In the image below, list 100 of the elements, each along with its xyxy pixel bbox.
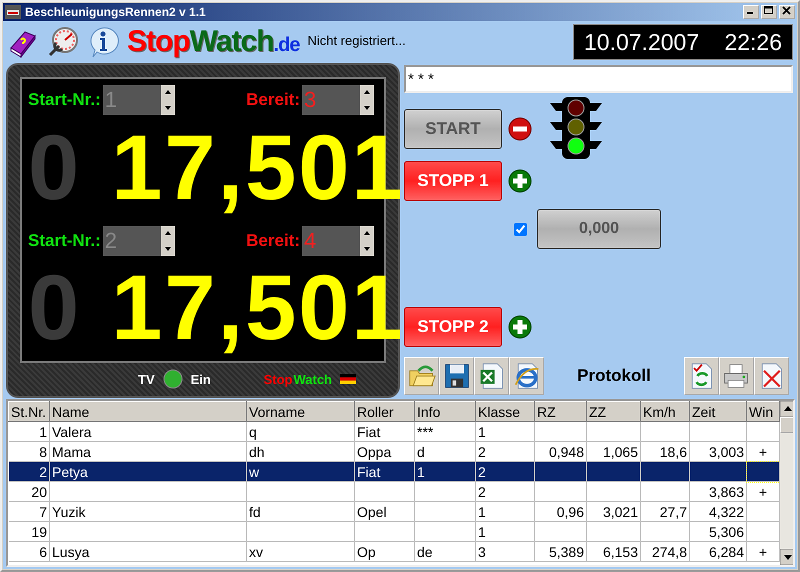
tv-state: Ein bbox=[190, 372, 211, 386]
table-cell bbox=[534, 422, 586, 442]
table-cell: Opel bbox=[354, 502, 414, 522]
floppy-disk-button[interactable] bbox=[439, 357, 474, 395]
gauge-wrench-icon[interactable] bbox=[47, 26, 79, 58]
message-field[interactable]: * * * bbox=[404, 65, 793, 93]
start-number-label: Start-Nr.: bbox=[28, 90, 101, 110]
table-row[interactable]: 7 Yuzik fd Opel 1 0,96 3,021 27,7 4,322 bbox=[8, 502, 780, 522]
table-cell: 3,021 bbox=[586, 502, 640, 522]
registration-status: Nicht registriert... bbox=[307, 33, 406, 48]
table-cell bbox=[586, 462, 640, 482]
table-cell bbox=[640, 482, 690, 502]
table-cell bbox=[354, 522, 414, 542]
close-button[interactable] bbox=[779, 5, 795, 19]
spreadsheet-button[interactable] bbox=[474, 357, 509, 395]
tv-status-light[interactable] bbox=[162, 369, 183, 389]
table-cell: 27,7 bbox=[640, 502, 690, 522]
scrollbar-thumb[interactable] bbox=[780, 417, 793, 433]
table-cell: Valera bbox=[50, 422, 246, 442]
plus-icon[interactable] bbox=[508, 315, 532, 339]
table-cell bbox=[414, 482, 476, 502]
open-folder-button[interactable] bbox=[404, 357, 439, 395]
table-cell: Fiat bbox=[354, 462, 414, 482]
table-cell bbox=[586, 482, 640, 502]
column-header[interactable]: Vorname bbox=[246, 402, 354, 422]
spin-arrows-icon bbox=[160, 85, 175, 115]
stop-button[interactable]: STOPP 2 bbox=[404, 307, 502, 347]
maximize-button[interactable] bbox=[761, 5, 777, 19]
table-cell bbox=[586, 522, 640, 542]
ready-label: Bereit: bbox=[246, 90, 300, 110]
table-cell: Lusya bbox=[50, 542, 246, 562]
column-header[interactable]: RZ bbox=[534, 402, 586, 422]
table-row[interactable]: 1 Valera q Fiat *** 1 bbox=[8, 422, 780, 442]
table-cell bbox=[640, 522, 690, 542]
race-time: 17,501 bbox=[111, 118, 405, 218]
table-cell: 5,306 bbox=[690, 522, 746, 542]
table-row[interactable]: 19 1 5,306 bbox=[8, 522, 780, 542]
table-cell: 7 bbox=[8, 502, 50, 522]
table-cell: 20 bbox=[8, 482, 50, 502]
ready-label: Bereit: bbox=[246, 230, 300, 251]
delete-document-button[interactable] bbox=[754, 357, 789, 395]
minimize-button[interactable] bbox=[743, 5, 759, 19]
table-cell bbox=[534, 462, 586, 482]
column-header[interactable]: Info bbox=[414, 402, 476, 422]
table-cell: 2 bbox=[8, 462, 50, 482]
table-cell: Petya bbox=[50, 462, 246, 482]
table-cell bbox=[534, 482, 586, 502]
column-header[interactable]: Zeit bbox=[690, 402, 746, 422]
date-text: 10.07.2007 bbox=[584, 28, 700, 56]
table-cell: 1 bbox=[476, 422, 534, 442]
table-cell: w bbox=[246, 462, 354, 482]
stopwatch-logo[interactable]: StopWatch.de bbox=[127, 25, 300, 59]
table-cell bbox=[690, 462, 746, 482]
maximize-icon bbox=[764, 6, 774, 15]
table-cell: 1 bbox=[476, 502, 534, 522]
table-row[interactable]: 2 Petya w Fiat 1 2 bbox=[8, 462, 780, 482]
protocol-title: Protokoll bbox=[577, 366, 651, 386]
table-cell: 1 bbox=[476, 522, 534, 542]
stop-button[interactable]: STOPP 1 bbox=[404, 161, 502, 201]
app-icon bbox=[5, 5, 21, 19]
table-cell bbox=[354, 482, 414, 502]
table-cell: 6 bbox=[8, 542, 50, 562]
table-cell bbox=[534, 522, 586, 542]
close-icon bbox=[782, 6, 792, 15]
printer-icon bbox=[722, 362, 750, 390]
table-cell: q bbox=[246, 422, 354, 442]
scroll-down-icon bbox=[780, 549, 793, 565]
table-cell: Yuzik bbox=[50, 502, 246, 522]
spreadsheet-icon bbox=[478, 362, 506, 390]
table-cell: 6,284 bbox=[690, 542, 746, 562]
minus-icon[interactable] bbox=[508, 117, 532, 141]
table-cell: 3 bbox=[476, 542, 534, 562]
table-cell: fd bbox=[246, 502, 354, 522]
table-cell: 3,863 bbox=[690, 482, 746, 502]
spin-arrows-icon bbox=[360, 85, 374, 115]
refresh-document-button[interactable] bbox=[684, 357, 719, 395]
table-cell: *** bbox=[414, 422, 476, 442]
column-header[interactable]: ZZ bbox=[586, 402, 640, 422]
browser-e-button[interactable] bbox=[509, 357, 544, 395]
table-cell: 0,96 bbox=[534, 502, 586, 522]
start-number-label: Start-Nr.: bbox=[28, 230, 101, 251]
table-cell: xv bbox=[246, 542, 354, 562]
flag-icon bbox=[340, 374, 356, 384]
table-cell: 2 bbox=[476, 482, 534, 502]
column-header[interactable]: Km/h bbox=[640, 402, 690, 422]
plus-icon[interactable] bbox=[508, 169, 532, 193]
column-header[interactable]: Name bbox=[50, 402, 246, 422]
column-header[interactable]: Klasse bbox=[476, 402, 534, 422]
vertical-scrollbar[interactable] bbox=[780, 401, 793, 565]
table-cell: 4,322 bbox=[690, 502, 746, 522]
spin-arrows-icon bbox=[160, 226, 175, 256]
column-header[interactable]: St.Nr. bbox=[8, 402, 50, 422]
table-row[interactable]: 6 Lusya xv Op de 3 5,389 6,153 274,8 6,284 + bbox=[8, 542, 780, 562]
table-row[interactable]: 20 2 3,863 + bbox=[8, 482, 780, 502]
column-header[interactable]: Roller bbox=[354, 402, 414, 422]
table-cell bbox=[640, 422, 690, 442]
printer-button[interactable] bbox=[718, 357, 754, 395]
table-cell: 5,389 bbox=[534, 542, 586, 562]
stopwatch-brand: StopWatch bbox=[264, 372, 332, 386]
window-title: BeschleunigungsRennen2 v 1.1 bbox=[25, 5, 206, 19]
